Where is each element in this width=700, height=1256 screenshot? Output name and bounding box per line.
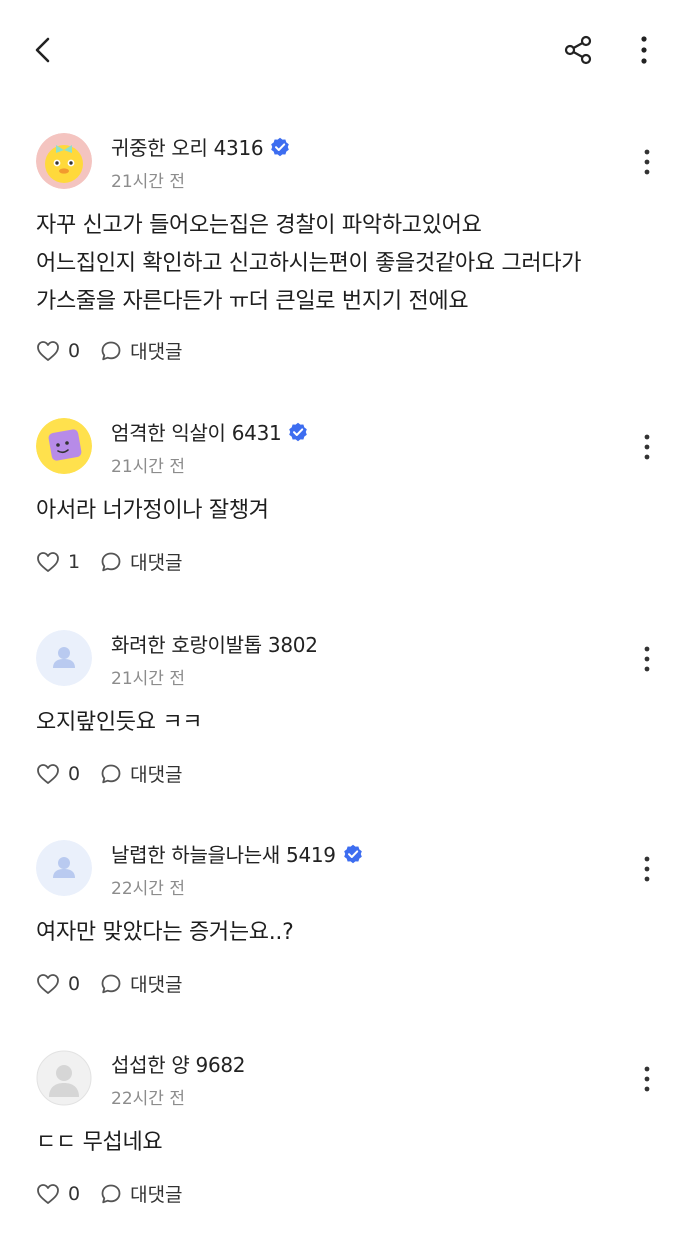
comment-body: 오지랖인듯요 ㅋㅋ <box>36 704 676 742</box>
grey-user-avatar-icon <box>36 1050 92 1106</box>
comment-body: ㄷㄷ 무섭네요 <box>36 1124 676 1162</box>
comment-body: 아서라 너가정이나 잘챙겨 <box>36 492 676 530</box>
comment-body: 자꾸 신고가 들어오는집은 경찰이 파악하고있어요 어느집인지 확인하고 신고하… <box>36 207 676 321</box>
like-count: 0 <box>68 972 81 995</box>
like-button[interactable]: 0 <box>36 1183 80 1205</box>
nickname[interactable]: 화려한 호랑이발톱 3802 <box>111 629 318 658</box>
speech-bubble-icon <box>101 341 121 360</box>
more-vertical-icon <box>641 36 647 64</box>
share-icon <box>564 35 592 65</box>
comment-more-button[interactable] <box>630 425 664 469</box>
comment-more-button[interactable] <box>630 140 664 184</box>
back-button[interactable] <box>22 28 66 72</box>
comment-line: 가스줄을 자른다든가 ㅠ더 큰일로 번지기 전에요 <box>36 289 469 314</box>
comment-line: 어느집인지 확인하고 신고하시는편이 좋을것같아요 그러다가 <box>36 251 582 276</box>
default-user-avatar-icon <box>36 630 92 686</box>
avatar[interactable] <box>36 133 92 189</box>
speech-bubble-icon <box>101 764 121 783</box>
timestamp: 21시간 전 <box>111 457 185 477</box>
timestamp: 21시간 전 <box>111 669 185 689</box>
timestamp: 21시간 전 <box>111 172 185 192</box>
share-button[interactable] <box>556 28 600 72</box>
like-button[interactable]: 0 <box>36 763 80 785</box>
heart-icon <box>37 340 59 361</box>
comment-actions: 0 대댓글 <box>36 337 183 364</box>
speech-bubble-icon <box>101 1184 121 1203</box>
avatar[interactable] <box>36 1050 92 1106</box>
comment-actions: 1 대댓글 <box>36 548 183 575</box>
reply-label: 대댓글 <box>130 974 183 996</box>
comment-item: 날렵한 하늘을나는새 5419 22시간 전 여자만 맞았다는 증거는요..? … <box>0 822 700 1032</box>
comment-header: 화려한 호랑이발톱 3802 <box>111 629 318 658</box>
more-vertical-icon <box>644 1066 650 1092</box>
reply-button[interactable]: 대댓글 <box>100 548 183 575</box>
top-bar <box>0 0 700 100</box>
nickname[interactable]: 엄격한 익살이 6431 <box>111 417 282 446</box>
comment-line: 여자만 맞았다는 증거는요..? <box>36 920 294 945</box>
comment-more-button[interactable] <box>630 637 664 681</box>
comment-header: 엄격한 익살이 6431 <box>111 417 308 446</box>
reply-button[interactable]: 대댓글 <box>100 760 183 787</box>
heart-icon <box>37 1183 59 1204</box>
speech-bubble-icon <box>101 974 121 993</box>
more-vertical-icon <box>644 646 650 672</box>
comment-actions: 0 대댓글 <box>36 1180 183 1207</box>
avatar[interactable] <box>36 840 92 896</box>
nickname[interactable]: 귀중한 오리 4316 <box>111 132 264 161</box>
verified-badge-icon <box>343 844 362 863</box>
reply-label: 대댓글 <box>130 552 183 574</box>
reply-button[interactable]: 대댓글 <box>100 970 183 997</box>
comment-line: ㄷㄷ 무섭네요 <box>36 1130 163 1155</box>
more-vertical-icon <box>644 434 650 460</box>
avatar[interactable] <box>36 418 92 474</box>
comment-actions: 0 대댓글 <box>36 970 183 997</box>
heart-icon <box>37 973 59 994</box>
comment-more-button[interactable] <box>630 847 664 891</box>
comment-more-button[interactable] <box>630 1057 664 1101</box>
comment-header: 날렵한 하늘을나는새 5419 <box>111 839 363 868</box>
purple-block-avatar-icon <box>36 418 92 474</box>
verified-badge-icon <box>271 137 290 156</box>
reply-label: 대댓글 <box>130 764 183 786</box>
comment-item: 엄격한 익살이 6431 21시간 전 아서라 너가정이나 잘챙겨 1 대댓글 <box>0 400 700 610</box>
nickname[interactable]: 날렵한 하늘을나는새 5419 <box>111 839 336 868</box>
duck-avatar-icon <box>36 133 92 189</box>
reply-button[interactable]: 대댓글 <box>100 337 183 364</box>
like-button[interactable]: 1 <box>36 551 80 573</box>
default-user-avatar-icon <box>36 840 92 896</box>
speech-bubble-icon <box>101 552 121 571</box>
heart-icon <box>37 763 59 784</box>
chevron-left-icon <box>35 37 50 63</box>
timestamp: 22시간 전 <box>111 879 185 899</box>
comment-item: 귀중한 오리 4316 21시간 전 자꾸 신고가 들어오는집은 경찰이 파악하… <box>0 115 700 363</box>
like-button[interactable]: 0 <box>36 340 80 362</box>
comment-line: 아서라 너가정이나 잘챙겨 <box>36 498 269 523</box>
comment-actions: 0 대댓글 <box>36 760 183 787</box>
avatar[interactable] <box>36 630 92 686</box>
like-count: 0 <box>68 1182 81 1205</box>
comment-body: 여자만 맞았다는 증거는요..? <box>36 914 676 952</box>
comment-line: 자꾸 신고가 들어오는집은 경찰이 파악하고있어요 <box>36 213 482 238</box>
nickname[interactable]: 섭섭한 양 9682 <box>111 1049 246 1078</box>
like-count: 1 <box>68 550 81 573</box>
more-vertical-icon <box>644 856 650 882</box>
reply-label: 대댓글 <box>130 341 183 363</box>
like-count: 0 <box>68 339 81 362</box>
reply-label: 대댓글 <box>130 1184 183 1206</box>
comment-header: 섭섭한 양 9682 <box>111 1049 246 1078</box>
timestamp: 22시간 전 <box>111 1089 185 1109</box>
verified-badge-icon <box>289 422 308 441</box>
more-vertical-icon <box>644 149 650 175</box>
heart-icon <box>37 551 59 572</box>
reply-button[interactable]: 대댓글 <box>100 1180 183 1207</box>
like-count: 0 <box>68 762 81 785</box>
comment-item: 화려한 호랑이발톱 3802 21시간 전 오지랖인듯요 ㅋㅋ 0 대댓글 <box>0 612 700 822</box>
like-button[interactable]: 0 <box>36 973 80 995</box>
more-options-button[interactable] <box>622 28 666 72</box>
comment-header: 귀중한 오리 4316 <box>111 132 290 161</box>
comment-item: 섭섭한 양 9682 22시간 전 ㄷㄷ 무섭네요 0 대댓글 <box>0 1032 700 1242</box>
comment-line: 오지랖인듯요 ㅋㅋ <box>36 710 203 735</box>
